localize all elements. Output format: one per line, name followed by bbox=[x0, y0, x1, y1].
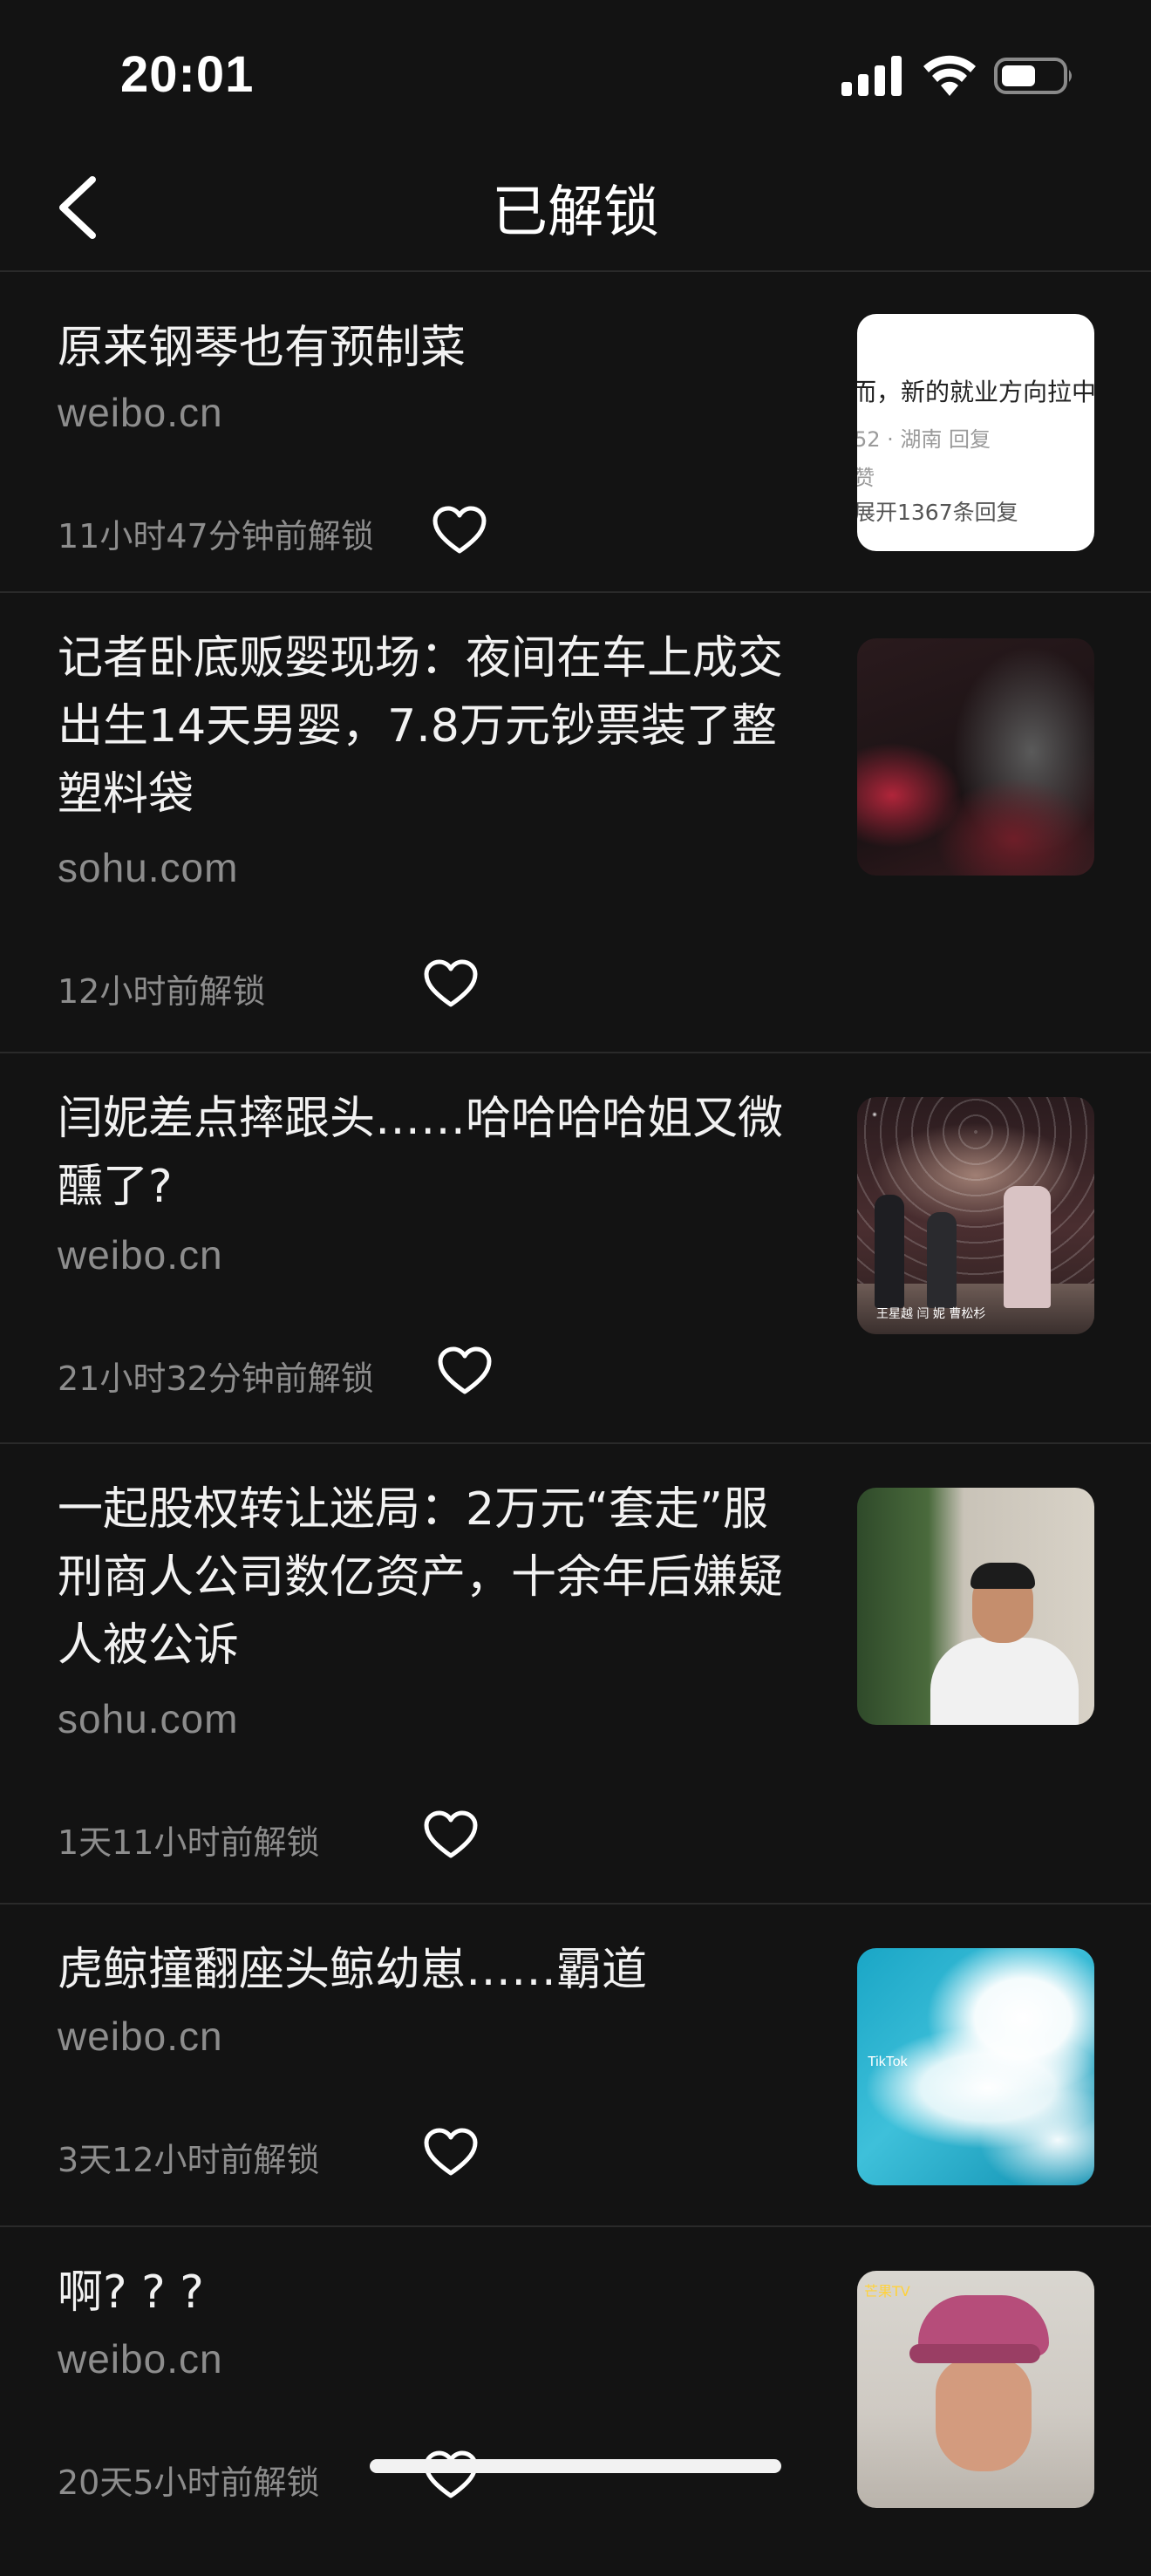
heart-icon[interactable] bbox=[424, 2128, 478, 2177]
list-item[interactable]: 虎鲸撞翻座头鲸幼崽……霸道 weibo.cn 3天12小时前解锁 TikTok bbox=[0, 1905, 1151, 2227]
heart-icon[interactable] bbox=[424, 959, 478, 1008]
list-item[interactable]: 一起股权转让迷局：2万元“套走”服 刑商人公司数亿资产，十余年后嫌疑 人被公诉 … bbox=[0, 1444, 1151, 1905]
item-unlock-time: 12小时前解锁 bbox=[58, 972, 266, 1011]
item-thumbnail: 王星越 闫 妮 曹松杉 bbox=[857, 1097, 1094, 1334]
page-title: 已解锁 bbox=[492, 181, 659, 245]
heart-icon[interactable] bbox=[438, 1346, 492, 1395]
wifi-icon bbox=[923, 55, 976, 96]
list-item[interactable]: 原来钢琴也有预制菜 weibo.cn 11小时47分钟前解锁 而，新的就业方向拉… bbox=[0, 272, 1151, 593]
item-source: weibo.cn bbox=[58, 2336, 223, 2382]
item-thumbnail bbox=[857, 1488, 1094, 1725]
item-unlock-time: 11小时47分钟前解锁 bbox=[58, 517, 374, 555]
item-thumbnail: 芒果TV bbox=[857, 2271, 1094, 2508]
home-indicator[interactable] bbox=[370, 2459, 781, 2473]
item-unlock-time: 21小时32分钟前解锁 bbox=[58, 1360, 374, 1398]
battery-icon bbox=[994, 58, 1072, 94]
list-item[interactable]: 记者卧底贩婴现场：夜间在车上成交 出生14天男婴，7.8万元钞票装了整 塑料袋 … bbox=[0, 593, 1151, 1053]
item-source: weibo.cn bbox=[58, 1232, 223, 1278]
item-thumbnail bbox=[857, 638, 1094, 876]
heart-icon[interactable] bbox=[424, 2450, 478, 2499]
item-source: sohu.com bbox=[58, 1696, 239, 1741]
cellular-signal-icon bbox=[841, 56, 902, 96]
unlocked-list: 原来钢琴也有预制菜 weibo.cn 11小时47分钟前解锁 而，新的就业方向拉… bbox=[0, 272, 1151, 2576]
heart-icon[interactable] bbox=[424, 1810, 478, 1859]
item-unlock-time: 3天12小时前解锁 bbox=[58, 2141, 320, 2179]
item-title: 原来钢琴也有预制菜 bbox=[58, 322, 467, 374]
item-source: weibo.cn bbox=[58, 390, 223, 435]
navigation-bar: 已解锁 bbox=[0, 140, 1151, 272]
item-source: weibo.cn bbox=[58, 2014, 223, 2059]
item-title: 一起股权转让迷局：2万元“套走”服 刑商人公司数亿资产，十余年后嫌疑 人被公诉 bbox=[58, 1483, 784, 1672]
heart-icon[interactable] bbox=[432, 506, 487, 555]
item-title: 虎鲸撞翻座头鲸幼崽……霸道 bbox=[58, 1944, 648, 1996]
item-title: 闫妮差点摔跟头……哈哈哈哈姐又微 醺了? bbox=[58, 1093, 784, 1213]
item-title: 啊? ? ? bbox=[58, 2266, 204, 2319]
list-item[interactable]: 啊? ? ? weibo.cn 20天5小时前解锁 芒果TV bbox=[0, 2227, 1151, 2576]
list-item[interactable]: 闫妮差点摔跟头……哈哈哈哈姐又微 醺了? weibo.cn 21小时32分钟前解… bbox=[0, 1053, 1151, 1444]
item-title: 记者卧底贩婴现场：夜间在车上成交 出生14天男婴，7.8万元钞票装了整 塑料袋 bbox=[58, 632, 784, 821]
item-source: sohu.com bbox=[58, 845, 239, 890]
item-unlock-time: 1天11小时前解锁 bbox=[58, 1823, 320, 1862]
item-unlock-time: 20天5小时前解锁 bbox=[58, 2464, 320, 2502]
status-time: 20:01 bbox=[120, 46, 255, 103]
item-thumbnail: TikTok bbox=[857, 1948, 1094, 2185]
item-thumbnail: 而，新的就业方向拉中 52 · 湖南 回复 赞 展开1367条回复 bbox=[857, 314, 1094, 551]
status-bar: 20:01 bbox=[0, 0, 1151, 140]
